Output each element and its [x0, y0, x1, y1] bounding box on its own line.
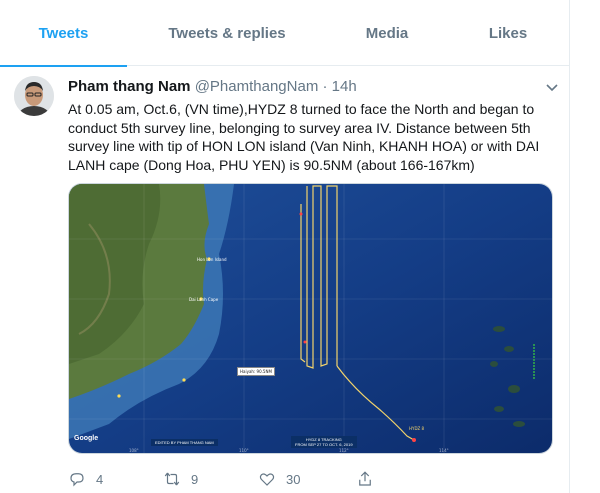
- profile-tabs: Tweets Tweets & replies Media Likes: [0, 0, 569, 67]
- tab-tweets-and-replies-label: Tweets & replies: [168, 24, 286, 42]
- map-tracking-banner: HYDZ 8 TRACKING FROM SEP 27 TO OCT. 6, 2…: [291, 436, 357, 448]
- reply-button[interactable]: 4: [68, 470, 103, 488]
- map-credit-banner: EDITED BY PHAM THANG NAM: [151, 439, 218, 446]
- header-separator: ·: [322, 78, 328, 95]
- tweet-media-map[interactable]: 108° 110° 112° 114° Hon Lon Island Dai L…: [68, 183, 553, 454]
- tweet-header: Pham thang Nam @PhamthangNam · 14h: [68, 78, 548, 98]
- chevron-down-icon[interactable]: [545, 80, 559, 94]
- map-label-dai-lanh: Dai Lanh Cape: [189, 297, 219, 302]
- retweet-icon: [164, 472, 180, 486]
- author-name[interactable]: Pham thang Nam: [68, 78, 191, 95]
- tab-tweets[interactable]: Tweets: [0, 0, 127, 67]
- tab-tweets-label: Tweets: [38, 24, 89, 42]
- tab-media-label: Media: [365, 24, 409, 42]
- reply-count: 4: [96, 471, 104, 487]
- tab-media[interactable]: Media: [327, 0, 447, 66]
- retweet-count: 9: [191, 471, 199, 487]
- svg-text:114°: 114°: [439, 448, 449, 453]
- satellite-map: 108° 110° 112° 114°: [69, 184, 552, 453]
- author-handle[interactable]: @PhamthangNam: [195, 78, 319, 95]
- like-count: 30: [286, 471, 301, 487]
- tab-tweets-and-replies[interactable]: Tweets & replies: [127, 0, 327, 66]
- tweet-actions: 4 9 30: [68, 470, 548, 490]
- tab-likes[interactable]: Likes: [447, 0, 569, 66]
- map-label-distance: Haiyah: 90.5NM: [237, 367, 275, 376]
- svg-text:110°: 110°: [239, 448, 249, 453]
- tweet[interactable]: Pham thang Nam @PhamthangNam · 14h At 0.…: [0, 66, 569, 493]
- share-button[interactable]: [356, 470, 374, 488]
- tab-likes-label: Likes: [488, 24, 528, 42]
- svg-text:108°: 108°: [129, 448, 139, 453]
- reply-icon: [70, 473, 84, 487]
- tweet-timestamp[interactable]: 14h: [332, 78, 357, 95]
- tweet-text: At 0.05 am, Oct.6, (VN time),HYDZ 8 turn…: [68, 101, 540, 173]
- right-column-edge: [569, 0, 600, 493]
- retweet-button[interactable]: 9: [163, 470, 198, 488]
- map-label-ship: HYDZ 8: [409, 426, 425, 431]
- map-tracking-dates: FROM SEP 27 TO OCT. 6, 2019: [295, 442, 353, 447]
- avatar-image: [14, 76, 54, 116]
- like-button[interactable]: 30: [258, 470, 300, 488]
- map-label-hon-lon: Hon Lon Island: [197, 257, 227, 262]
- share-icon: [359, 471, 371, 486]
- avatar[interactable]: [14, 76, 54, 116]
- google-attribution: Google: [74, 435, 99, 442]
- svg-text:112°: 112°: [339, 448, 349, 453]
- heart-icon: [259, 473, 275, 486]
